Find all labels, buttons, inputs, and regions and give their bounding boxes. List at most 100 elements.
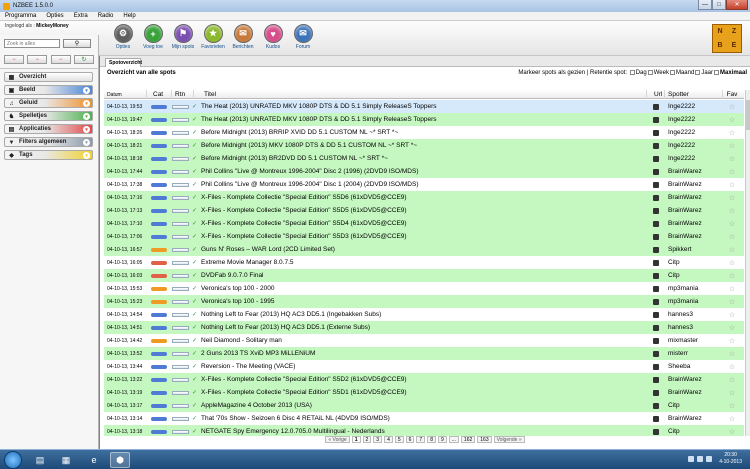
row-title[interactable]: Phil Collins "Live @ Montreux 1996-2004"… xyxy=(201,165,647,178)
column-spotter[interactable]: Spotter xyxy=(665,90,723,99)
column-cat[interactable]: Cat xyxy=(150,90,172,99)
column-fav[interactable]: Fav xyxy=(723,90,741,99)
favorite-star-icon[interactable]: ☆ xyxy=(723,256,741,269)
link-icon[interactable] xyxy=(653,259,659,266)
page-button-162[interactable]: 162 xyxy=(460,436,476,443)
row-url[interactable] xyxy=(653,204,665,217)
chevron-down-icon[interactable]: ▾ xyxy=(83,100,90,107)
sidebar-item-filters-algemeen[interactable]: ▼ Filters algemeen ▾ xyxy=(4,137,93,147)
favorite-star-icon[interactable]: ☆ xyxy=(723,334,741,347)
favorite-star-icon[interactable]: ☆ xyxy=(723,191,741,204)
row-title[interactable]: That '70s Show - Seizoen 6 Disc 4 RETAiL… xyxy=(201,412,647,425)
favorite-star-icon[interactable]: ☆ xyxy=(723,360,741,373)
row-url[interactable] xyxy=(653,360,665,373)
row-url[interactable] xyxy=(653,165,665,178)
row-url[interactable] xyxy=(653,191,665,204)
chevron-down-icon[interactable]: ▾ xyxy=(83,87,90,94)
row-url[interactable] xyxy=(653,100,665,113)
flag-icon[interactable] xyxy=(706,456,712,462)
row-title[interactable]: Extreme Movie Manager 8.0.7.5 xyxy=(201,256,647,269)
menu-item-opties[interactable]: Opties xyxy=(41,13,68,19)
toolbar-button-favorieten[interactable]: ★ Favorieten xyxy=(198,24,228,50)
toolbar-button-opties[interactable]: ⚙ Opties xyxy=(108,24,138,50)
sidebar-item-beeld[interactable]: ▣ Beeld ▾ xyxy=(4,85,93,95)
row-url[interactable] xyxy=(653,282,665,295)
link-icon[interactable] xyxy=(653,220,659,227)
sidebar-item-tags[interactable]: ◆ Tags ▾ xyxy=(4,150,93,160)
row-url[interactable] xyxy=(653,256,665,269)
table-row[interactable]: 04-10-13, 13:19 ✓ X-Files - Komplete Colle… xyxy=(104,386,744,399)
table-row[interactable]: 04-10-13, 13:14 ✓ That '70s Show - Seizoen… xyxy=(104,412,744,425)
menu-item-extra[interactable]: Extra xyxy=(69,13,93,19)
favorite-star-icon[interactable]: ☆ xyxy=(723,412,741,425)
row-url[interactable] xyxy=(653,321,665,334)
row-title[interactable]: Before Midnight (2013) BR2DVD DD 5.1 CUS… xyxy=(201,152,647,165)
library-task-icon[interactable]: ▦ xyxy=(56,452,76,468)
table-row[interactable]: 04-10-13, 16:05 ✓ Extreme Movie Manager 8.… xyxy=(104,256,744,269)
volume-icon[interactable] xyxy=(697,456,703,462)
link-icon[interactable] xyxy=(653,194,659,201)
favorite-star-icon[interactable]: ☆ xyxy=(723,126,741,139)
table-row[interactable]: 04-10-13, 15:23 ✓ Veronica's top 100 - 199… xyxy=(104,295,744,308)
page-button-163[interactable]: 163 xyxy=(477,436,492,443)
favorite-star-icon[interactable]: ☆ xyxy=(723,399,741,412)
table-row[interactable]: 04-10-13, 19:47 ✓ The Heat (2013) UNRATED … xyxy=(104,113,744,126)
table-row[interactable]: 04-10-13, 17:44 ✓ Phil Collins "Live @ Mon… xyxy=(104,165,744,178)
edit-filter-button[interactable]: − xyxy=(27,55,48,64)
link-icon[interactable] xyxy=(653,337,659,344)
menu-item-radio[interactable]: Radio xyxy=(93,13,119,19)
row-title[interactable]: Reversion - The Meeting (VACE) xyxy=(201,360,647,373)
link-icon[interactable] xyxy=(653,116,659,123)
table-scrollbar[interactable] xyxy=(745,90,750,436)
link-icon[interactable] xyxy=(653,142,659,149)
retention-option-jaar[interactable]: Jaar xyxy=(701,70,713,76)
page-button-7[interactable]: 7 xyxy=(416,436,426,443)
row-url[interactable] xyxy=(653,230,665,243)
row-title[interactable]: Nothing Left to Fear (2013) HQ AC3 DD5.1… xyxy=(201,308,647,321)
row-url[interactable] xyxy=(653,308,665,321)
table-row[interactable]: 04-10-13, 19:53 ✓ The Heat (2013) UNRATED … xyxy=(104,100,744,113)
page-button-5[interactable]: 5 xyxy=(394,436,404,443)
table-row[interactable]: 04-10-13, 18:26 ✓ Before Midnight (2013) B… xyxy=(104,126,744,139)
table-row[interactable]: 04-10-13, 13:52 ✓ 2 Guns 2013 TS XviD MP3 … xyxy=(104,347,744,360)
row-title[interactable]: AppleMagazine 4 October 2013 (USA) xyxy=(201,399,647,412)
row-title[interactable]: Veronica's top 100 - 1995 xyxy=(201,295,647,308)
ie-task-icon[interactable]: e xyxy=(84,452,104,468)
retention-checkbox[interactable] xyxy=(647,70,653,75)
favorite-star-icon[interactable]: ☆ xyxy=(723,230,741,243)
row-url[interactable] xyxy=(653,178,665,191)
table-row[interactable]: 04-10-13, 16:57 ✓ Guns N' Roses – WAR Lord… xyxy=(104,243,744,256)
favorite-star-icon[interactable]: ☆ xyxy=(723,113,741,126)
row-url[interactable] xyxy=(653,347,665,360)
favorite-star-icon[interactable]: ☆ xyxy=(723,152,741,165)
chevron-down-icon[interactable]: ▾ xyxy=(83,152,90,159)
favorite-star-icon[interactable]: ☆ xyxy=(723,282,741,295)
start-button[interactable] xyxy=(4,451,22,469)
table-row[interactable]: 04-10-13, 15:53 ✓ Veronica's top 100 - 200… xyxy=(104,282,744,295)
row-title[interactable]: X-Files - Komplete Collectie "Special Ed… xyxy=(201,373,647,386)
retention-option-maand[interactable]: Maand xyxy=(676,70,694,76)
link-icon[interactable] xyxy=(653,181,659,188)
row-url[interactable] xyxy=(653,295,665,308)
table-row[interactable]: 04-10-13, 17:10 ✓ X-Files - Komplete Colle… xyxy=(104,217,744,230)
table-row[interactable]: 04-10-13, 17:06 ✓ X-Files - Komplete Colle… xyxy=(104,230,744,243)
row-title[interactable]: DVDFab 9.0.7.0 Final xyxy=(201,269,647,282)
link-icon[interactable] xyxy=(653,285,659,292)
toolbar-button-kudos[interactable]: ♥ Kudos xyxy=(258,24,288,50)
favorite-star-icon[interactable]: ☆ xyxy=(723,100,741,113)
row-title[interactable]: Veronica's top 100 - 2000 xyxy=(201,282,647,295)
link-icon[interactable] xyxy=(653,298,659,305)
minimize-icon[interactable]: — xyxy=(698,0,712,10)
retention-option-dag[interactable]: Dag xyxy=(636,70,647,76)
link-icon[interactable] xyxy=(653,272,659,279)
link-icon[interactable] xyxy=(653,389,659,396)
table-row[interactable]: 04-10-13, 13:22 ✓ X-Files - Komplete Colle… xyxy=(104,373,744,386)
tab-close-icon[interactable]: × xyxy=(136,60,139,66)
row-url[interactable] xyxy=(653,243,665,256)
table-row[interactable]: 04-10-13, 18:18 ✓ Before Midnight (2013) B… xyxy=(104,152,744,165)
table-row[interactable]: 04-10-13, 13:44 ✓ Reversion - The Meeting … xyxy=(104,360,744,373)
search-button[interactable]: ⚲ xyxy=(63,39,91,48)
favorite-star-icon[interactable]: ☆ xyxy=(723,204,741,217)
chevron-down-icon[interactable]: ▾ xyxy=(83,113,90,120)
search-input[interactable] xyxy=(4,39,60,48)
